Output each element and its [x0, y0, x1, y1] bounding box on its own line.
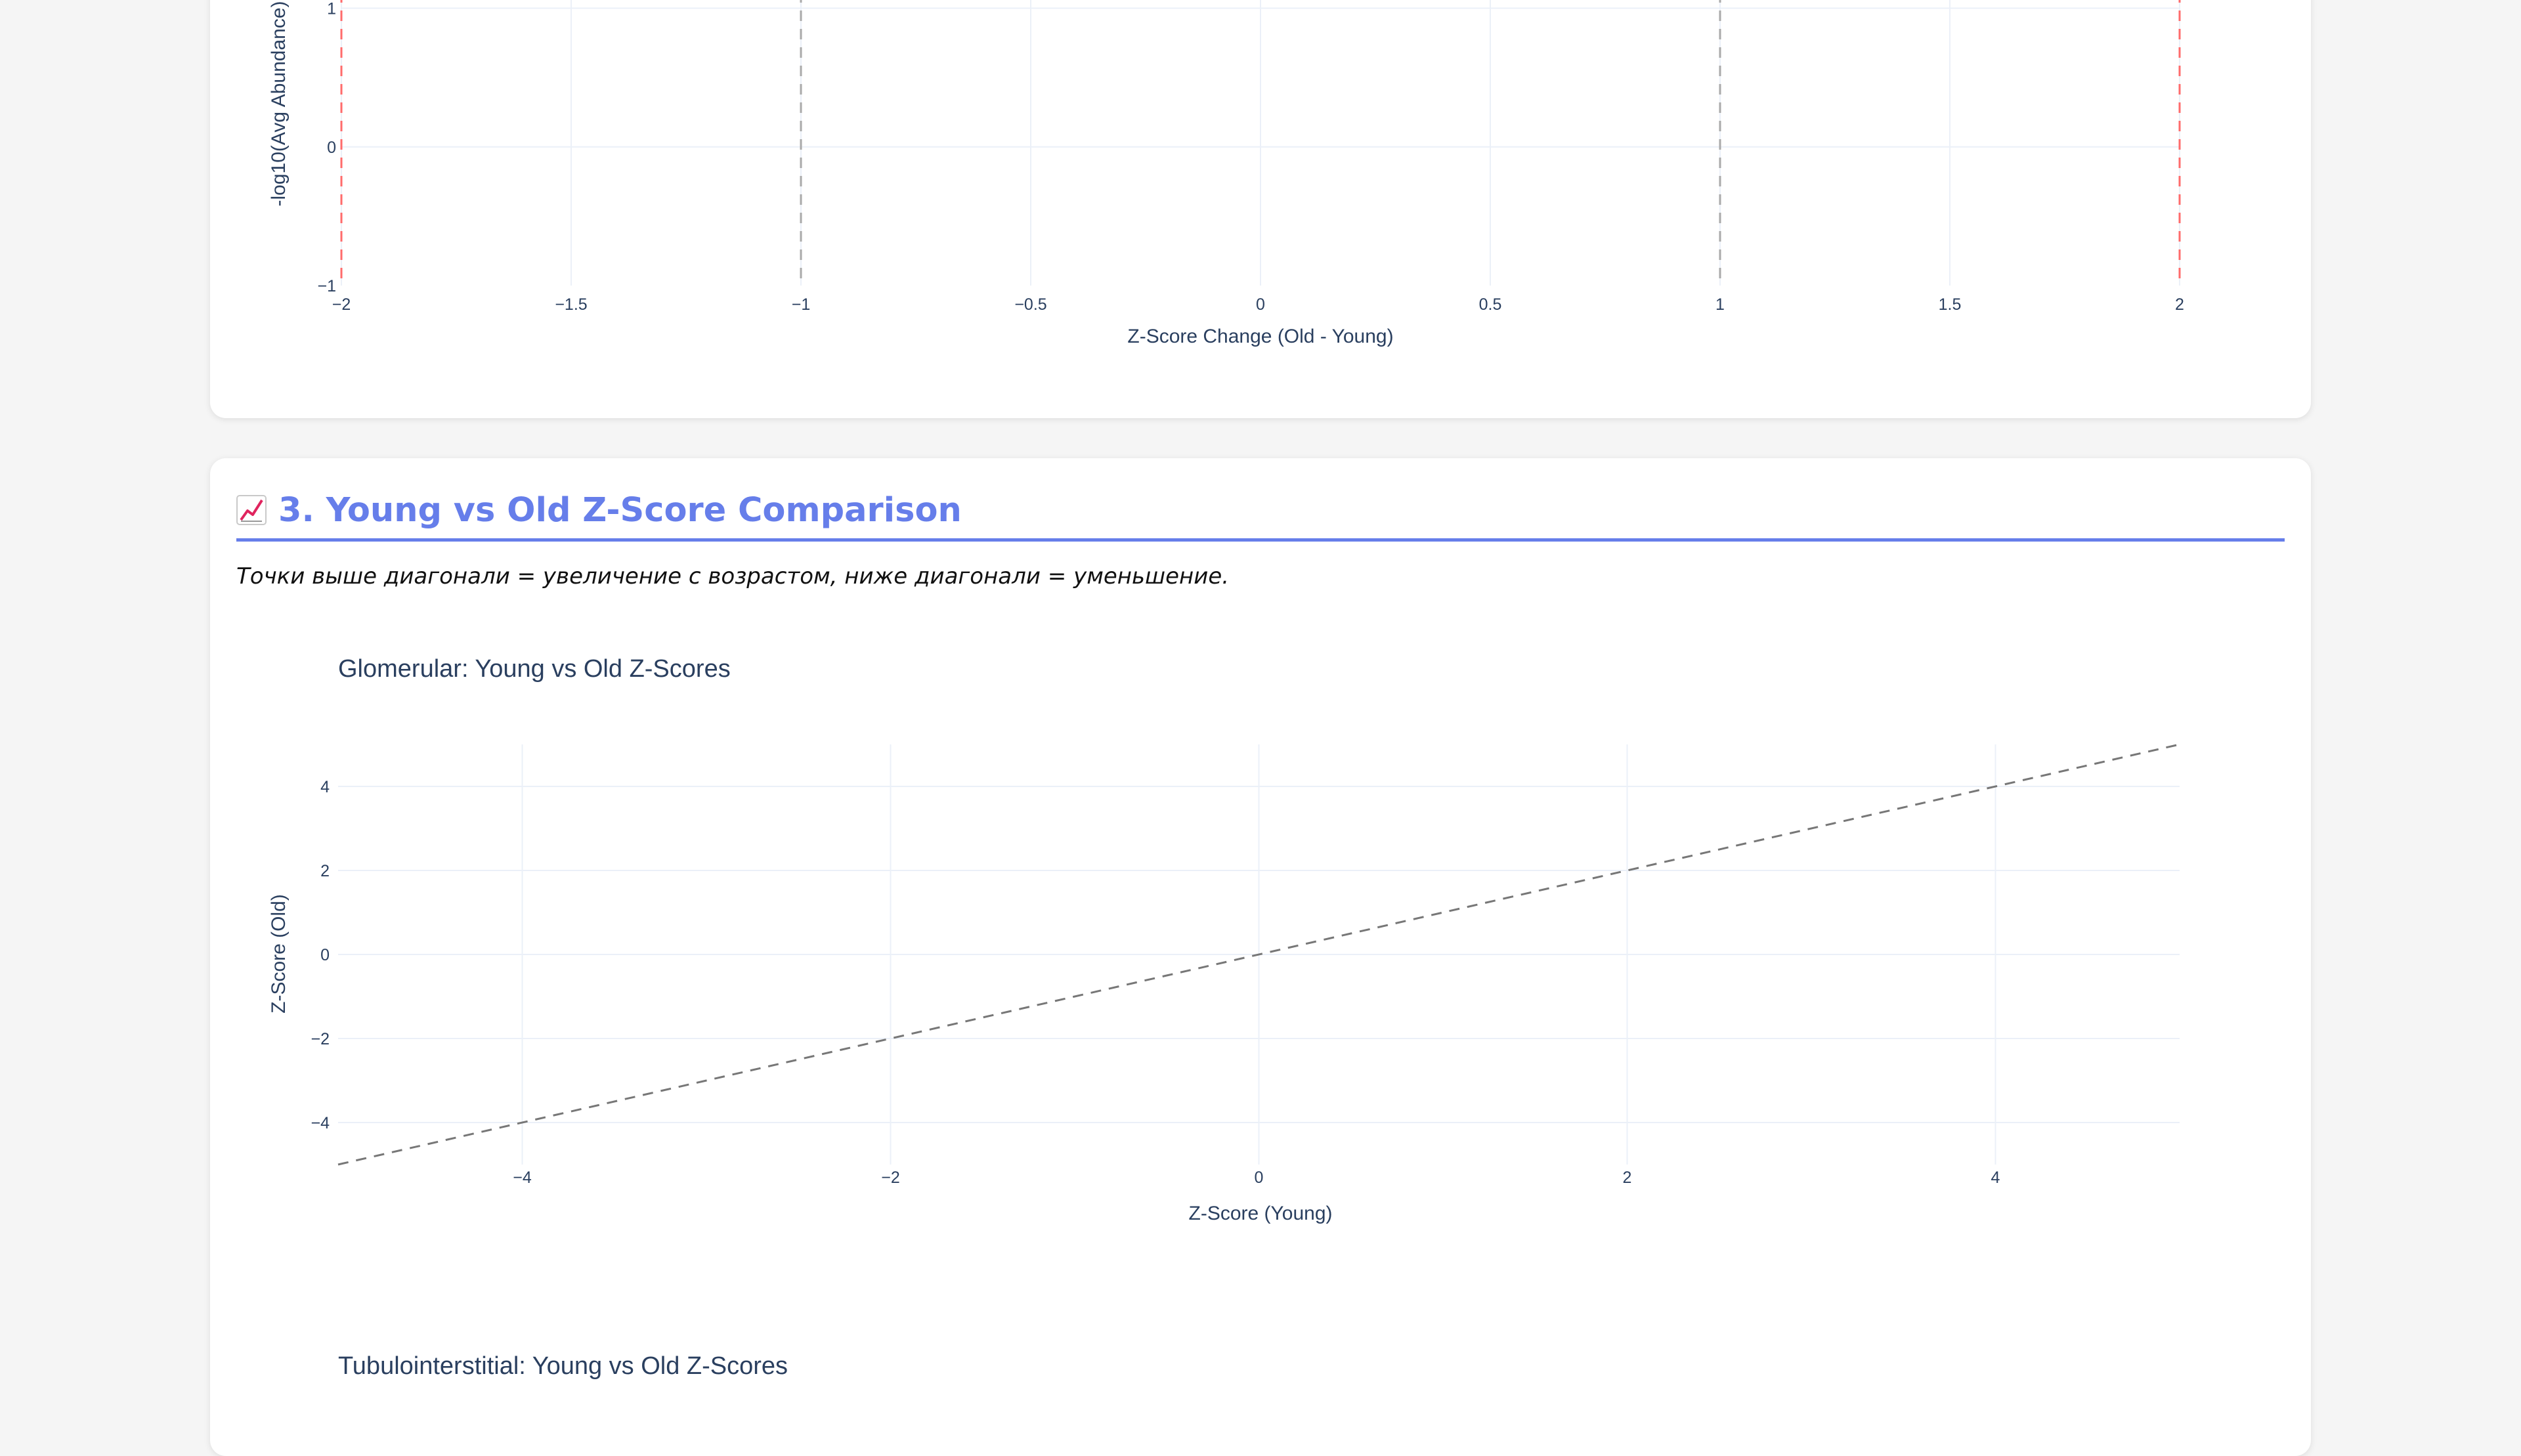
glomerular-x-tick-label: 2 [1623, 1168, 1632, 1187]
glomerular-y-tick-label: −2 [311, 1030, 330, 1048]
volcano-x-axis-label: Z-Score Change (Old - Young) [1127, 326, 1393, 347]
volcano-y-tick-label: 0 [327, 139, 336, 157]
section-3-card: 3. Young vs Old Z-Score Comparison Точки… [210, 458, 2311, 1456]
volcano-y-tick-label: 1 [327, 0, 336, 18]
glomerular-x-axis-label: Z-Score (Young) [1189, 1203, 1333, 1224]
glomerular-y-tick-label: −4 [311, 1114, 330, 1132]
volcano-plot: −2−1.5−1−0.500.511.52−1012 Z-Score Chang… [268, 0, 2184, 347]
volcano-x-tick-label: 0 [1256, 295, 1265, 314]
volcano-x-tick-label: 1 [1715, 295, 1725, 314]
volcano-x-tick-label: −1.5 [555, 295, 587, 314]
glomerular-x-tick-label: 4 [1991, 1168, 2000, 1187]
glomerular-x-tick-label: −2 [881, 1168, 900, 1187]
glomerular-y-tick-label: 0 [320, 946, 330, 964]
tubulointerstitial-plot-title: Tubulointerstitial: Young vs Old Z-Score… [338, 1352, 788, 1380]
volcano-x-tick-label: −2 [332, 295, 351, 314]
volcano-x-tick-label: 0.5 [1479, 295, 1502, 314]
volcano-x-tick-label: 1.5 [1939, 295, 1962, 314]
glomerular-x-tick-label: −4 [513, 1168, 532, 1187]
glomerular-y-tick-label: 4 [320, 778, 330, 796]
volcano-plot-card: −2−1.5−1−0.500.511.52−1012 Z-Score Chang… [210, 0, 2311, 418]
volcano-x-tick-label: 2 [2175, 295, 2184, 314]
volcano-x-tick-label: −0.5 [1014, 295, 1046, 314]
glomerular-y-axis-label: Z-Score (Old) [268, 894, 290, 1014]
glomerular-scatter-plot: −4 −4 −2 −2 0 0 2 2 4 4 Z-Score (Young) Z-Score (… [268, 743, 2180, 1224]
volcano-y-tick-label: −1 [317, 277, 336, 295]
glomerular-x-tick-label: 0 [1255, 1168, 1264, 1187]
volcano-y-axis-label: -log10(Avg Abundance) [268, 1, 290, 206]
glomerular-y-tick-label: 2 [320, 862, 330, 880]
volcano-x-tick-label: −1 [792, 295, 811, 314]
